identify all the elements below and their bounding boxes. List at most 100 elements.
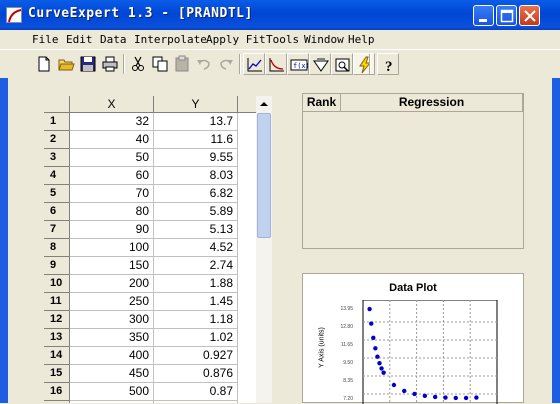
row-header[interactable]: 11 bbox=[44, 293, 70, 311]
cell-y[interactable]: 13.7 bbox=[154, 113, 238, 131]
menu-window[interactable]: Window bbox=[304, 33, 344, 46]
undo-icon[interactable] bbox=[193, 53, 215, 75]
cell-y[interactable]: 6.82 bbox=[154, 185, 238, 203]
redo-icon[interactable] bbox=[215, 53, 237, 75]
cell-y[interactable]: 11.6 bbox=[154, 131, 238, 149]
row-header[interactable]: 2 bbox=[44, 131, 70, 149]
row-header[interactable]: 4 bbox=[44, 167, 70, 185]
cell-y[interactable]: 0.927 bbox=[154, 347, 238, 365]
table-row[interactable]: 10 200 1.88 bbox=[44, 275, 258, 293]
table-row[interactable]: 4 60 8.03 bbox=[44, 167, 258, 185]
maximize-button[interactable] bbox=[496, 5, 517, 26]
help-icon[interactable]: ? bbox=[377, 53, 399, 75]
table-row[interactable]: 6 80 5.89 bbox=[44, 203, 258, 221]
menu-interpolate[interactable]: Interpolate bbox=[134, 33, 207, 46]
row-header[interactable]: 8 bbox=[44, 239, 70, 257]
table-row[interactable]: 9 150 2.74 bbox=[44, 257, 258, 275]
cell-x[interactable]: 400 bbox=[70, 347, 154, 365]
row-header[interactable]: 13 bbox=[44, 329, 70, 347]
print-icon[interactable] bbox=[99, 53, 121, 75]
row-header[interactable]: 16 bbox=[44, 383, 70, 401]
table-row[interactable]: 3 50 9.55 bbox=[44, 149, 258, 167]
column-header-x[interactable]: X bbox=[70, 96, 154, 113]
column-header-y[interactable]: Y bbox=[154, 96, 238, 113]
cell-y[interactable]: 0.876 bbox=[154, 365, 238, 383]
table-row[interactable]: 15 450 0.876 bbox=[44, 365, 258, 383]
table-row[interactable]: 1 32 13.7 bbox=[44, 113, 258, 131]
data-grid[interactable]: X Y 1 32 13.7 2 40 11.6 3 50 9.55 4 60 8.03 5 70 6.82 6… bbox=[44, 96, 258, 403]
paste-icon[interactable] bbox=[171, 53, 193, 75]
menu-apply-fit[interactable]: Apply Fit bbox=[206, 33, 266, 46]
cell-x[interactable]: 300 bbox=[70, 311, 154, 329]
cell-y[interactable]: 8.03 bbox=[154, 167, 238, 185]
row-header[interactable]: 1 bbox=[44, 113, 70, 131]
row-header[interactable]: 15 bbox=[44, 365, 70, 383]
table-row[interactable]: 11 250 1.45 bbox=[44, 293, 258, 311]
table-row[interactable]: 14 400 0.927 bbox=[44, 347, 258, 365]
new-icon[interactable] bbox=[33, 53, 55, 75]
cell-x[interactable]: 350 bbox=[70, 329, 154, 347]
cell-x[interactable]: 450 bbox=[70, 365, 154, 383]
lightning-icon[interactable] bbox=[353, 53, 375, 75]
close-button[interactable] bbox=[519, 5, 540, 26]
rank-header[interactable]: Rank bbox=[303, 94, 341, 112]
table-row[interactable]: 7 90 5.13 bbox=[44, 221, 258, 239]
table-row[interactable]: 8 100 4.52 bbox=[44, 239, 258, 257]
table-row[interactable]: 13 350 1.02 bbox=[44, 329, 258, 347]
row-header[interactable]: 3 bbox=[44, 149, 70, 167]
row-header[interactable]: 5 bbox=[44, 185, 70, 203]
cell-y[interactable]: 5.89 bbox=[154, 203, 238, 221]
menu-help[interactable]: Help bbox=[348, 33, 375, 46]
save-icon[interactable] bbox=[77, 53, 99, 75]
cell-x[interactable]: 500 bbox=[70, 383, 154, 401]
data-icon[interactable] bbox=[309, 53, 331, 75]
regression-header[interactable]: Regression bbox=[341, 94, 523, 112]
cell-y[interactable]: 1.45 bbox=[154, 293, 238, 311]
menu-file[interactable]: File bbox=[32, 33, 59, 46]
calc-icon[interactable]: f(x) bbox=[287, 53, 309, 75]
cell-x[interactable]: 40 bbox=[70, 131, 154, 149]
copy-icon[interactable] bbox=[149, 53, 171, 75]
cell-x[interactable]: 60 bbox=[70, 167, 154, 185]
scroll-up-arrow-icon[interactable] bbox=[256, 96, 272, 112]
cell-y[interactable]: 4.52 bbox=[154, 239, 238, 257]
title-bar[interactable]: CurveExpert 1.3 - [PRANDTL] bbox=[0, 0, 560, 30]
cell-y[interactable]: 1.88 bbox=[154, 275, 238, 293]
cell-y[interactable]: 9.55 bbox=[154, 149, 238, 167]
table-row[interactable]: 16 500 0.87 bbox=[44, 383, 258, 401]
cut-icon[interactable] bbox=[127, 53, 149, 75]
menu-tools[interactable]: Tools bbox=[266, 33, 299, 46]
table-row[interactable]: 12 300 1.18 bbox=[44, 311, 258, 329]
row-header[interactable]: 9 bbox=[44, 257, 70, 275]
menu-edit[interactable]: Edit bbox=[66, 33, 93, 46]
curve-fit-icon[interactable] bbox=[265, 53, 287, 75]
cell-x[interactable]: 70 bbox=[70, 185, 154, 203]
cell-x[interactable]: 80 bbox=[70, 203, 154, 221]
cell-y[interactable]: 5.13 bbox=[154, 221, 238, 239]
row-header[interactable]: 14 bbox=[44, 347, 70, 365]
open-icon[interactable] bbox=[55, 53, 77, 75]
row-header[interactable]: 6 bbox=[44, 203, 70, 221]
cell-x[interactable]: 90 bbox=[70, 221, 154, 239]
minimize-button[interactable] bbox=[473, 5, 494, 26]
curve-app-icon[interactable] bbox=[6, 7, 22, 23]
cell-x[interactable]: 200 bbox=[70, 275, 154, 293]
cell-x[interactable]: 250 bbox=[70, 293, 154, 311]
row-header[interactable]: 7 bbox=[44, 221, 70, 239]
cell-x[interactable]: 32 bbox=[70, 113, 154, 131]
grid-scrollbar[interactable] bbox=[256, 96, 272, 403]
cell-y[interactable]: 2.74 bbox=[154, 257, 238, 275]
data-plot-panel[interactable]: Data Plot Y Axis (units) 13.95 12.80 11.… bbox=[302, 273, 524, 404]
cell-x[interactable]: 150 bbox=[70, 257, 154, 275]
cell-x[interactable]: 100 bbox=[70, 239, 154, 257]
menu-data[interactable]: Data bbox=[100, 33, 127, 46]
cell-x[interactable]: 50 bbox=[70, 149, 154, 167]
cell-y[interactable]: 1.18 bbox=[154, 311, 238, 329]
table-row[interactable]: 5 70 6.82 bbox=[44, 185, 258, 203]
cell-y[interactable]: 0.87 bbox=[154, 383, 238, 401]
zoom-icon[interactable] bbox=[331, 53, 353, 75]
scroll-thumb[interactable] bbox=[257, 113, 271, 238]
plot-icon[interactable] bbox=[243, 53, 265, 75]
cell-y[interactable]: 1.02 bbox=[154, 329, 238, 347]
row-header[interactable]: 12 bbox=[44, 311, 70, 329]
